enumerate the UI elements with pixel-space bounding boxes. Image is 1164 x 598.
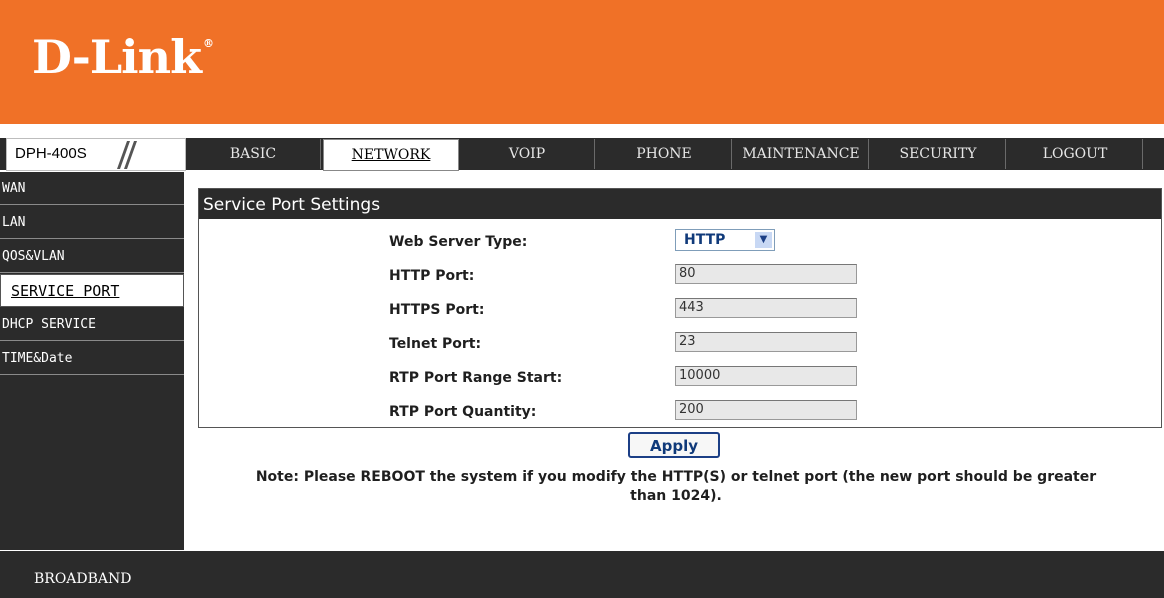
field-label: RTP Port Quantity: [389,404,537,420]
field-label: Web Server Type: [389,234,528,250]
footer-label: BROADBAND [34,571,132,587]
header-spacer [0,124,1164,138]
field-label: HTTPS Port: [389,302,485,318]
tab-network[interactable]: NETWORK [323,139,459,171]
tab-security[interactable]: SECURITY [871,139,1006,169]
form-row: RTP Port Range Start: 10000 [199,361,1161,395]
note-line-2: than 1024). [630,488,722,504]
sidebar-item-lan[interactable]: LAN [0,206,184,239]
tab-phone[interactable]: PHONE [597,139,732,169]
sidebar-item-service-port[interactable]: SERVICE PORT [0,274,184,307]
form-row: HTTP Port: 80 [199,259,1161,293]
sidebar-item-qos-vlan[interactable]: QOS&VLAN [0,240,184,273]
sidebar-item-wan[interactable]: WAN [0,172,184,205]
sidebar: WAN LAN QOS&VLAN SERVICE PORT DHCP SERVICE TI… [0,172,184,550]
form-row: HTTPS Port: 443 [199,293,1161,327]
slash-icon [107,139,143,170]
model-badge: DPH-400S [6,138,186,171]
chevron-down-icon[interactable]: ▼ [755,232,772,248]
footer: BROADBAND [0,551,1164,598]
note-line-1: Note: Please REBOOT the system if you mo… [255,469,1097,485]
top-nav: DPH-400S BASIC NETWORK VOIP PHONE MAINTENANC… [0,138,1164,171]
rtp-port-range-start-input[interactable]: 10000 [675,366,857,386]
field-label: RTP Port Range Start: [389,370,563,386]
panel-title: Service Port Settings [199,189,1161,219]
sidebar-item-time-date[interactable]: TIME&Date [0,342,184,375]
rtp-port-quantity-input[interactable]: 200 [675,400,857,420]
tab-voip[interactable]: VOIP [460,139,595,169]
dlink-logo: D-Link ® [32,30,214,84]
field-label: Telnet Port: [389,336,482,352]
note-text: Note: Please REBOOT the system if you mo… [188,468,1164,506]
sidebar-item-dhcp-service[interactable]: DHCP SERVICE [0,308,184,341]
tab-basic[interactable]: BASIC [186,139,321,169]
field-label: HTTP Port: [389,268,475,284]
form-row: Telnet Port: 23 [199,327,1161,361]
https-port-input[interactable]: 443 [675,298,857,318]
apply-button[interactable]: Apply [628,432,720,458]
service-port-panel: Service Port Settings Web Server Type: HT… [198,188,1162,428]
http-port-input[interactable]: 80 [675,264,857,284]
web-server-type-select[interactable]: HTTP ▼ [675,229,775,251]
model-label: DPH-400S [15,145,87,162]
header-banner: D-Link ® [0,0,1164,125]
select-value: HTTP [684,232,726,248]
tab-maintenance[interactable]: MAINTENANCE [734,139,869,169]
form-row: Web Server Type: HTTP ▼ [199,225,1161,259]
telnet-port-input[interactable]: 23 [675,332,857,352]
tab-logout[interactable]: LOGOUT [1008,139,1143,169]
form-row: RTP Port Quantity: 200 [199,395,1161,429]
